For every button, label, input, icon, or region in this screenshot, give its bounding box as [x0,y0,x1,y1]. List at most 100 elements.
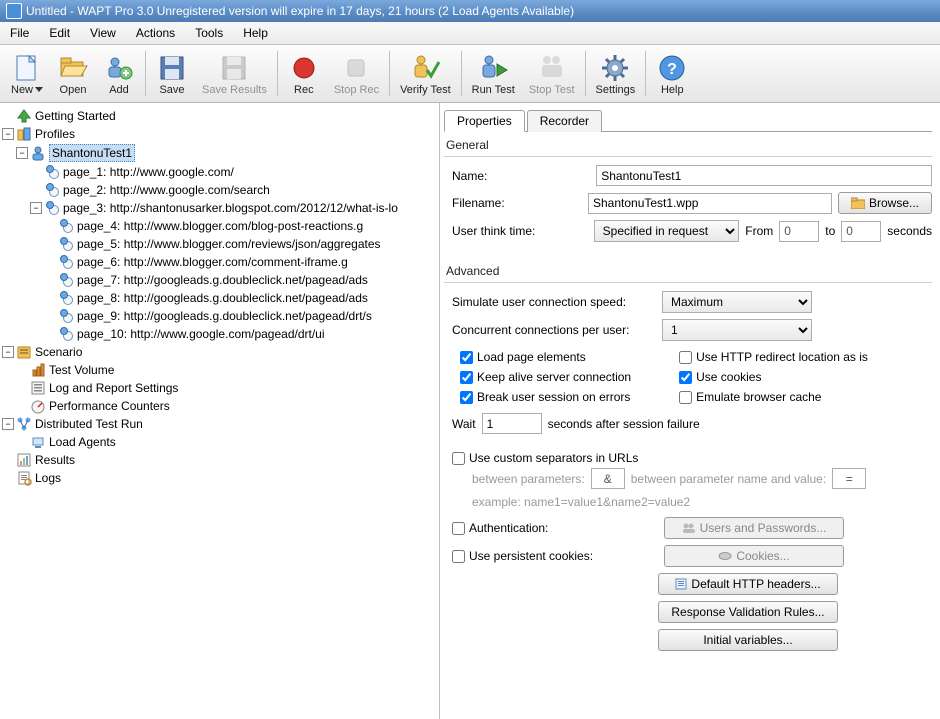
run-icon [477,52,509,84]
from-input[interactable] [779,221,819,242]
tree-panel[interactable]: Getting Started−Profiles−ShantonuTest1pa… [0,103,440,719]
menu-actions[interactable]: Actions [126,23,185,43]
tab-recorder[interactable]: Recorder [527,110,602,132]
new-button[interactable]: New [4,47,50,100]
general-heading: General [446,138,932,152]
name-input[interactable] [596,165,932,186]
menu-help[interactable]: Help [233,23,278,43]
sim-speed-label: Simulate user connection speed: [452,295,656,309]
sim-speed-select[interactable]: Maximum [662,291,812,313]
page-item: page_5: http://www.blogger.com/reviews/j… [77,236,381,252]
toolbar: NewOpenAddSaveSave ResultsRecStop RecVer… [0,45,940,103]
params-sep-input[interactable] [591,468,625,489]
add-button[interactable]: Add [96,47,142,100]
menu-file[interactable]: File [0,23,39,43]
name-value-sep-input[interactable] [832,468,866,489]
tree-node[interactable]: page_2: http://www.google.com/search [2,181,437,199]
profile-icon [30,145,46,161]
to-input[interactable] [841,221,881,242]
tree-node[interactable]: Performance Counters [2,397,437,415]
tree-toggle[interactable]: − [2,418,14,430]
load-agents: Load Agents [49,434,116,450]
tree-node[interactable]: −Scenario [2,343,437,361]
filename-input[interactable] [588,193,832,214]
advanced-heading: Advanced [446,264,932,278]
toolbar-label: Help [661,84,684,96]
cookies-button[interactable]: Cookies... [664,545,844,567]
saveresults-icon [218,52,250,84]
persistent-cookies-checkbox[interactable] [452,550,465,563]
tree-node[interactable]: −ShantonuTest1 [2,143,437,163]
settings-button[interactable]: Settings [589,47,643,100]
run-test-button[interactable]: Run Test [465,47,522,100]
toolbar-label: Verify Test [400,84,451,96]
arrowup-icon [16,108,32,124]
keep-alive-checkbox[interactable] [460,371,473,384]
browse-button[interactable]: Browse... [838,192,932,214]
open-button[interactable]: Open [50,47,96,100]
tree-node[interactable]: page_10: http://www.google.com/pagead/dr… [2,325,437,343]
page-item: page_10: http://www.google.com/pagead/dr… [77,326,325,342]
use-cookies-checkbox[interactable] [679,371,692,384]
users-icon [682,522,696,534]
break-session-checkbox[interactable] [460,391,473,404]
verify-test-button[interactable]: Verify Test [393,47,458,100]
emulate-cache-checkbox[interactable] [679,391,692,404]
example-label: example: name1=value1&name2=value2 [444,495,932,509]
wait-input[interactable] [482,413,542,434]
tree-node[interactable]: −Distributed Test Run [2,415,437,433]
load-page-checkbox[interactable] [460,351,473,364]
tree-node[interactable]: page_1: http://www.google.com/ [2,163,437,181]
authentication-checkbox[interactable] [452,522,465,535]
tree-node[interactable]: page_6: http://www.blogger.com/comment-i… [2,253,437,271]
tree-node[interactable]: page_8: http://googleads.g.doubleclick.n… [2,289,437,307]
default-headers-button[interactable]: Default HTTP headers... [658,573,838,595]
toolbar-label: Rec [294,84,314,96]
page-item: page_6: http://www.blogger.com/comment-i… [77,254,348,270]
tree-toggle[interactable]: − [2,346,14,358]
add-icon [103,52,135,84]
tree-node[interactable]: −page_3: http://shantonusarker.blogspot.… [2,199,437,217]
perf-icon [30,398,46,414]
help-button[interactable]: ?Help [649,47,695,100]
tree-node[interactable]: page_4: http://www.blogger.com/blog-post… [2,217,437,235]
stoptest-icon [536,52,568,84]
save-button[interactable]: Save [149,47,195,100]
tree-node[interactable]: Test Volume [2,361,437,379]
titlebar: Untitled - WAPT Pro 3.0 Unregistered ver… [0,0,940,22]
http-redirect-checkbox[interactable] [679,351,692,364]
tree-node[interactable]: Getting Started [2,107,437,125]
initial-variables-button[interactable]: Initial variables... [658,629,838,651]
stoprec-icon [340,52,372,84]
think-time-select[interactable]: Specified in request [594,220,740,242]
tree-node[interactable]: page_5: http://www.blogger.com/reviews/j… [2,235,437,253]
menu-tools[interactable]: Tools [185,23,233,43]
rec-button[interactable]: Rec [281,47,327,100]
tree-toggle[interactable]: − [16,147,28,159]
toolbar-label: Save Results [202,84,267,96]
page-icon [58,236,74,252]
tree-toggle[interactable]: − [30,202,42,214]
page-item: page_1: http://www.google.com/ [63,164,234,180]
tabs: Properties Recorder [444,109,932,132]
tree-node[interactable]: page_9: http://googleads.g.doubleclick.n… [2,307,437,325]
window-title: Untitled - WAPT Pro 3.0 Unregistered ver… [26,4,574,18]
dist-icon [16,416,32,432]
tree-node[interactable]: Results [2,451,437,469]
from-label: From [745,224,773,238]
tree-node[interactable]: Logs [2,469,437,487]
tree-node[interactable]: −Profiles [2,125,437,143]
validation-rules-button[interactable]: Response Validation Rules... [658,601,838,623]
tree-node[interactable]: Log and Report Settings [2,379,437,397]
users-passwords-button[interactable]: Users and Passwords... [664,517,844,539]
page-item: page_4: http://www.blogger.com/blog-post… [77,218,363,234]
tab-properties[interactable]: Properties [444,110,525,132]
custom-separators-checkbox[interactable] [452,452,465,465]
page-icon [44,182,60,198]
menu-view[interactable]: View [80,23,126,43]
menu-edit[interactable]: Edit [39,23,80,43]
tree-node[interactable]: Load Agents [2,433,437,451]
concurrent-select[interactable]: 1 [662,319,812,341]
tree-toggle[interactable]: − [2,128,14,140]
tree-node[interactable]: page_7: http://googleads.g.doubleclick.n… [2,271,437,289]
